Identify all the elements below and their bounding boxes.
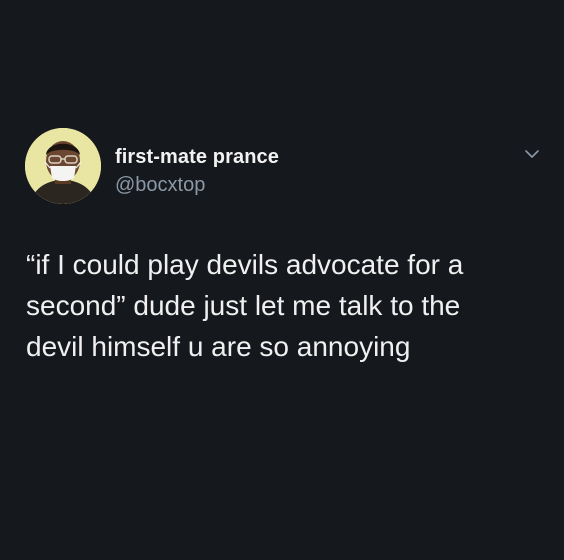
tweet-text: “if I could play devils advocate for a s… <box>26 249 464 362</box>
chevron-down-icon[interactable] <box>522 146 542 162</box>
tweet-card: first-mate prance @bocxtop “if I could p… <box>0 0 564 560</box>
user-handle[interactable]: @bocxtop <box>115 173 279 197</box>
avatar[interactable] <box>25 128 101 204</box>
display-name[interactable]: first-mate prance <box>115 145 279 169</box>
avatar-image <box>25 128 101 204</box>
author-info: first-mate prance @bocxtop <box>115 145 279 197</box>
